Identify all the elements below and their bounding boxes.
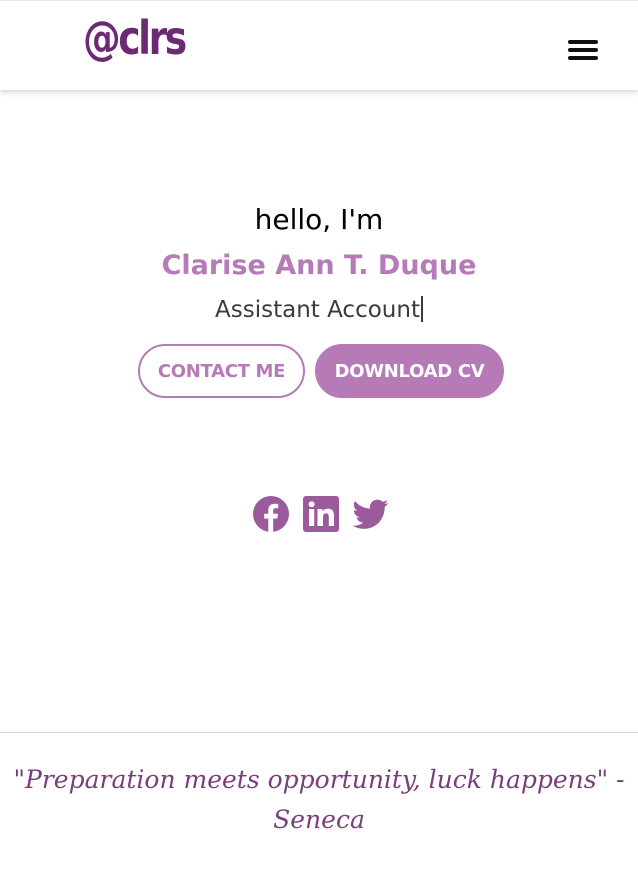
contact-me-button[interactable]: CONTACT ME: [138, 344, 305, 398]
typing-cursor: [420, 296, 423, 322]
role-typing-line: Assistant Account: [0, 296, 638, 323]
twitter-icon[interactable]: [352, 496, 390, 532]
footer-quote: "Preparation meets opportunity, luck hap…: [13, 765, 625, 834]
menu-bar: [568, 48, 598, 52]
role-text: Assistant Account: [215, 297, 420, 323]
facebook-icon[interactable]: [253, 496, 289, 532]
menu-bar: [568, 56, 598, 60]
greeting-text: hello, I'm: [254, 203, 384, 236]
top-navbar: @clrs: [0, 0, 638, 90]
linkedin-icon[interactable]: [303, 496, 339, 532]
person-name: Clarise Ann T. Duque: [161, 250, 477, 281]
menu-bar: [568, 40, 598, 44]
site-logo[interactable]: @clrs: [83, 15, 187, 61]
hamburger-menu-icon[interactable]: [568, 40, 600, 64]
footer-divider: [0, 732, 638, 733]
download-cv-button[interactable]: DOWNLOAD CV: [315, 344, 504, 398]
